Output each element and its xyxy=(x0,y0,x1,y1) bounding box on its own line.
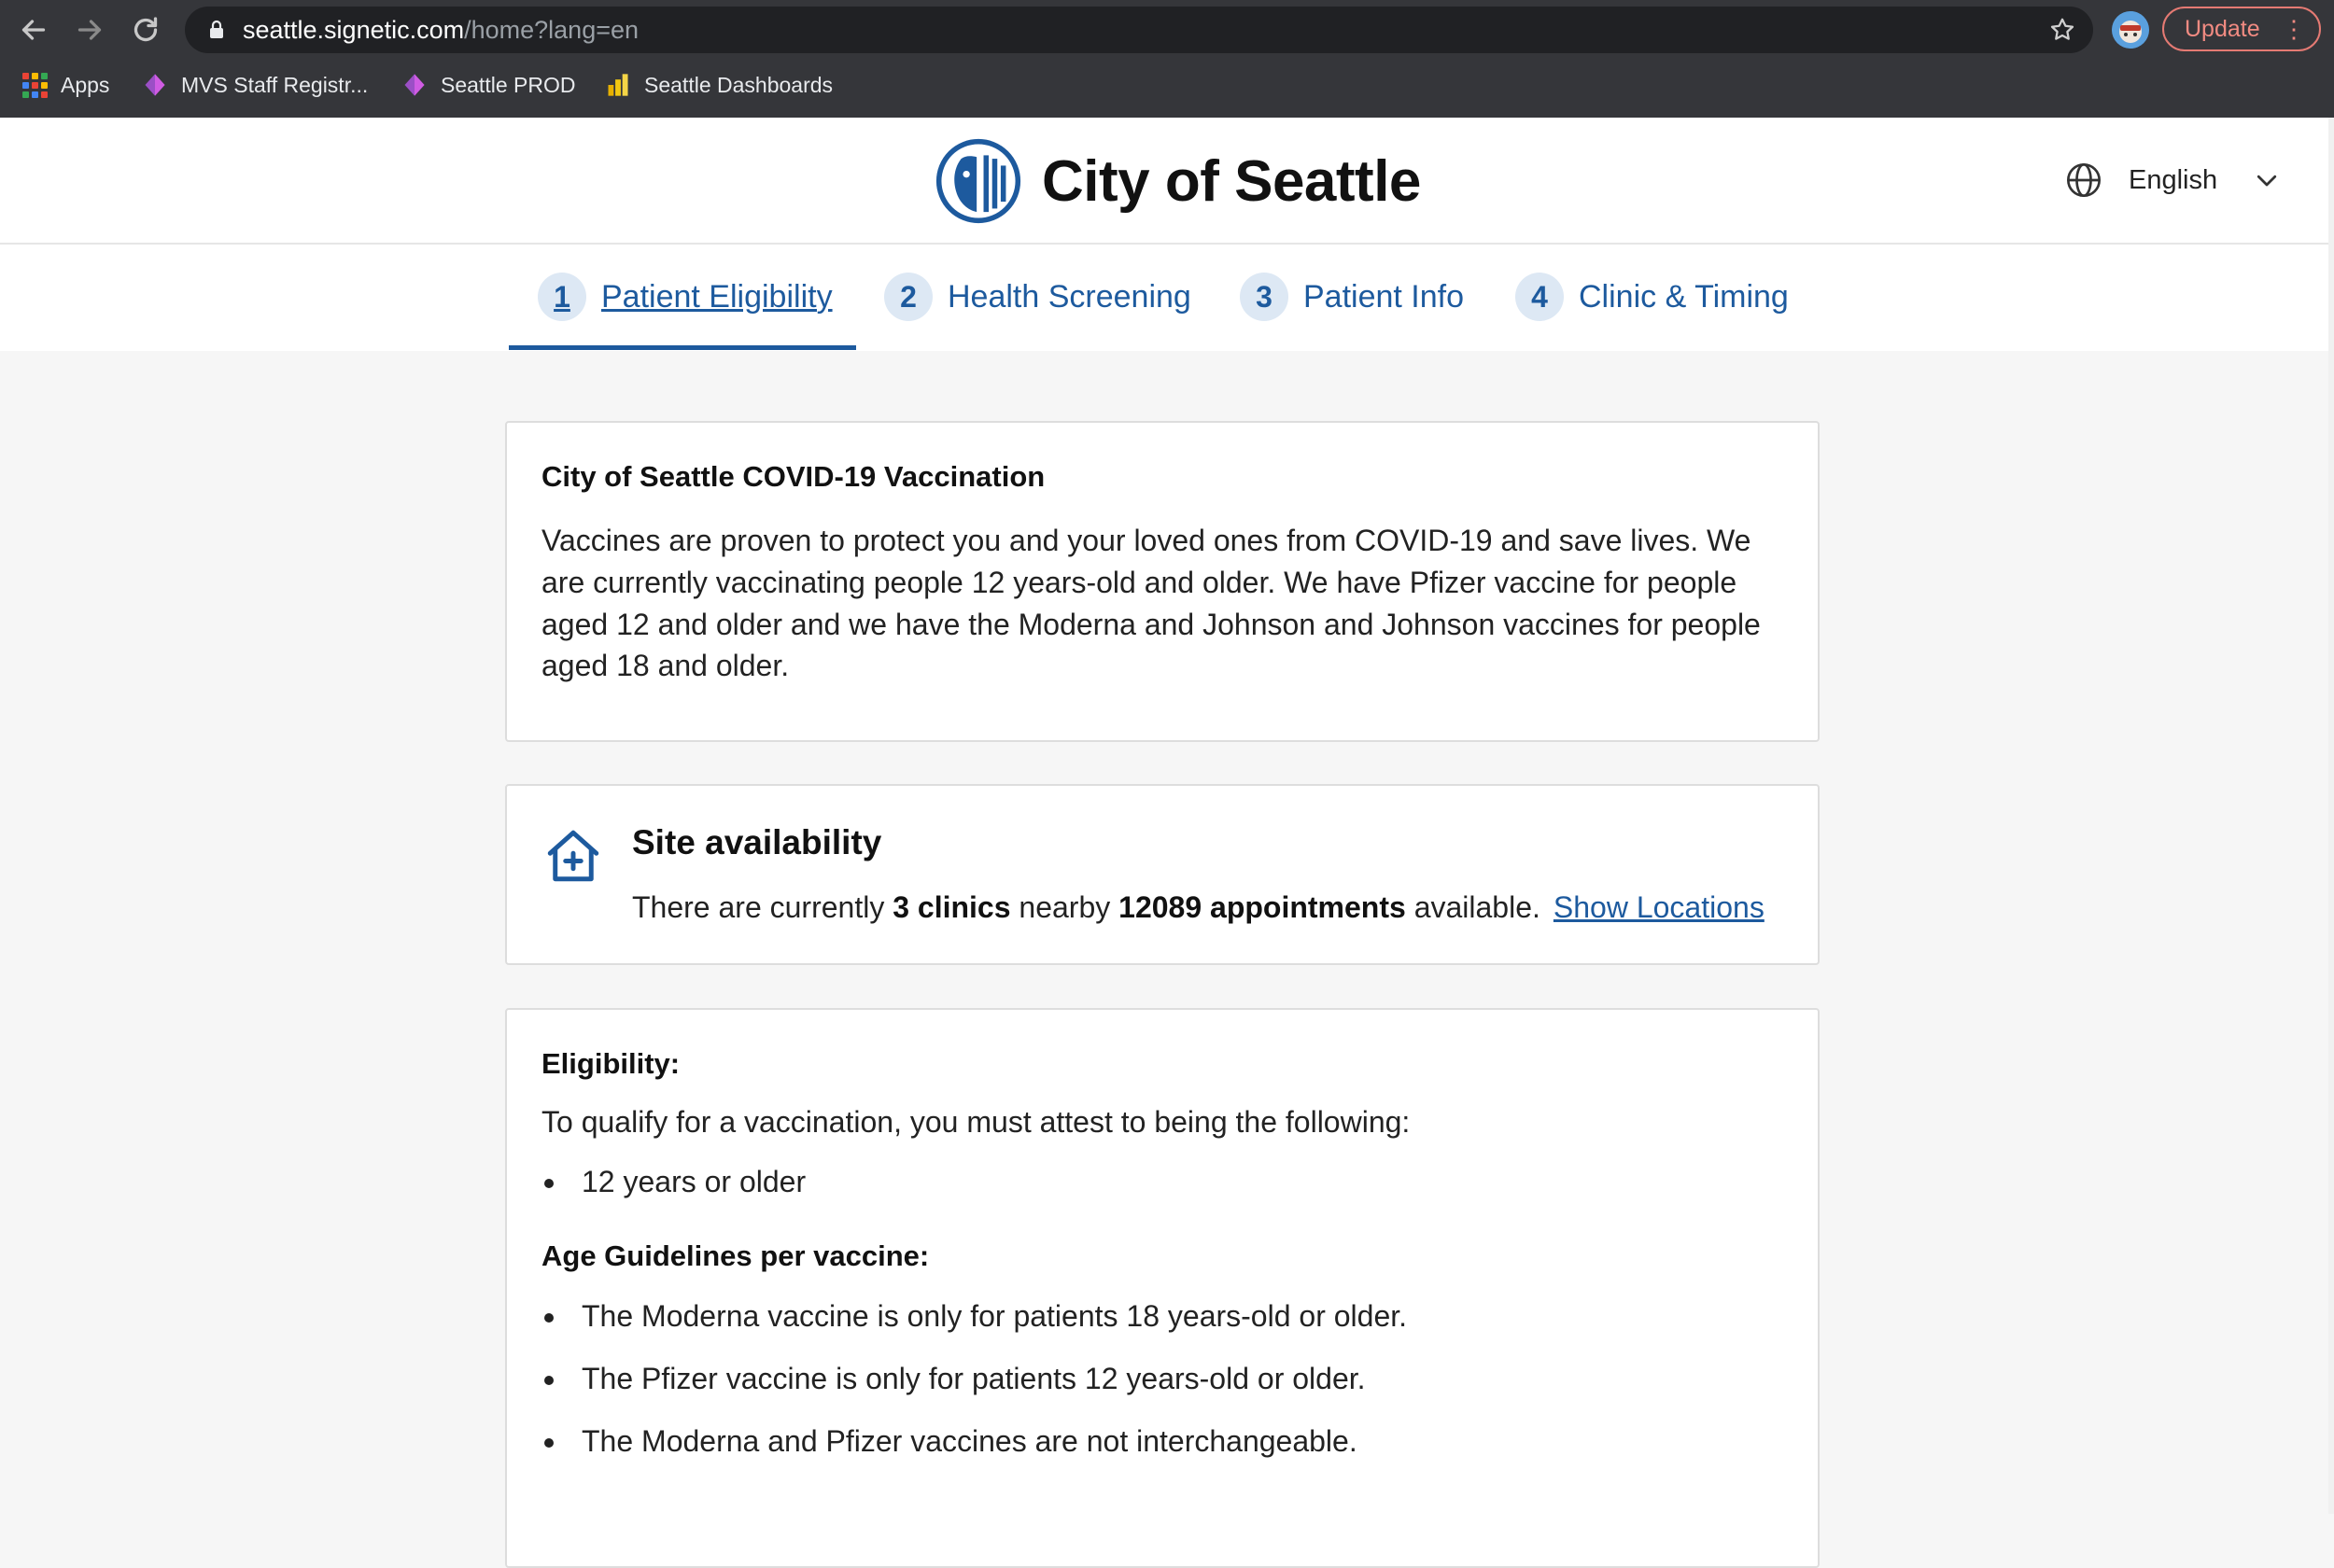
site-title: City of Seattle xyxy=(1042,149,1421,214)
eligibility-heading: Eligibility: xyxy=(541,1047,681,1080)
clinic-count: 3 clinics xyxy=(893,890,1011,924)
back-arrow-icon[interactable] xyxy=(17,13,50,47)
age-guideline-item: The Moderna and Pfizer vaccines are not … xyxy=(541,1422,1407,1485)
language-selector[interactable]: English xyxy=(2065,157,2281,203)
site-availability-text: There are currently 3 clinics nearby 120… xyxy=(632,890,1765,925)
profile-avatar[interactable] xyxy=(2112,11,2149,49)
apps-grid-icon xyxy=(22,72,48,98)
site-text: There are currently xyxy=(632,890,893,924)
url-host: seattle.signetic.com xyxy=(243,16,465,44)
site-text: available. xyxy=(1405,890,1540,924)
clinic-house-icon xyxy=(547,830,599,882)
globe-icon xyxy=(2067,163,2101,197)
site-availability-card: Site availability There are currently 3 … xyxy=(505,784,1820,965)
powerbi-icon xyxy=(608,74,628,96)
intro-body: Vaccines are proven to protect you and y… xyxy=(541,524,1761,683)
step-number: 3 xyxy=(1240,273,1288,321)
bookmarks-bar: Apps MVS Staff Registr... Seattle PROD S… xyxy=(0,62,2334,108)
appointment-count: 12089 appointments xyxy=(1118,890,1406,924)
update-label: Update xyxy=(2185,16,2260,42)
powerapps-icon xyxy=(404,74,425,96)
intro-card: City of Seattle COVID-19 Vaccination Vac… xyxy=(505,421,1820,742)
forward-arrow-icon[interactable] xyxy=(73,13,106,47)
site-text: nearby xyxy=(1010,890,1119,924)
eligibility-card: Eligibility: To qualify for a vaccinatio… xyxy=(505,1008,1820,1568)
step-label: Health Screening xyxy=(948,278,1191,315)
powerapps-icon xyxy=(145,74,165,96)
bookmark-star-icon[interactable] xyxy=(2048,16,2076,44)
eligibility-list: 12 years or older xyxy=(541,1163,806,1225)
step-label: Clinic & Timing xyxy=(1579,278,1789,315)
step-number: 1 xyxy=(538,273,586,321)
more-menu-icon[interactable]: ⋮ xyxy=(2282,8,2306,49)
address-bar[interactable]: seattle.signetic.com/home?lang=en xyxy=(185,7,2093,53)
site-header: City of Seattle English xyxy=(0,118,2334,245)
bookmark-seattle-dashboards[interactable]: Seattle Dashboards xyxy=(605,62,833,108)
browser-chrome: seattle.signetic.com/home?lang=en Update… xyxy=(0,0,2334,118)
city-seal-logo[interactable] xyxy=(935,138,1021,224)
show-locations-link[interactable]: Show Locations xyxy=(1554,890,1765,924)
site-availability-title: Site availability xyxy=(632,823,882,861)
reload-icon[interactable] xyxy=(129,13,162,47)
bookmark-seattle-prod[interactable]: Seattle PROD xyxy=(401,62,575,108)
step-patient-info[interactable]: 3 Patient Info xyxy=(1240,271,1464,323)
active-step-indicator xyxy=(509,345,856,350)
update-button[interactable]: Update ⋮ xyxy=(2162,7,2321,51)
step-label: Patient Info xyxy=(1303,278,1465,315)
age-guideline-item: The Moderna vaccine is only for patients… xyxy=(541,1297,1407,1360)
age-guidelines-list: The Moderna vaccine is only for patients… xyxy=(541,1297,1407,1485)
progress-stepper: 1 Patient Eligibility 2 Health Screening… xyxy=(0,245,2334,351)
scrollbar[interactable] xyxy=(2328,118,2334,1514)
age-guidelines-heading: Age Guidelines per vaccine: xyxy=(541,1239,930,1272)
step-clinic-timing[interactable]: 4 Clinic & Timing xyxy=(1515,271,1789,323)
bookmark-label: Seattle PROD xyxy=(441,72,576,97)
intro-title: City of Seattle COVID-19 Vaccination xyxy=(541,460,1046,493)
age-guideline-item: The Pfizer vaccine is only for patients … xyxy=(541,1360,1407,1422)
step-number: 4 xyxy=(1515,273,1564,321)
step-health-screening[interactable]: 2 Health Screening xyxy=(884,271,1191,323)
chevron-down-icon xyxy=(2257,175,2277,187)
step-number: 2 xyxy=(884,273,933,321)
eligibility-intro: To qualify for a vaccination, you must a… xyxy=(541,1105,1411,1139)
bookmark-apps[interactable]: Apps xyxy=(22,62,109,108)
language-label: English xyxy=(2129,164,2218,195)
bookmark-label: Seattle Dashboards xyxy=(644,72,834,97)
eligibility-item: 12 years or older xyxy=(541,1163,806,1225)
bookmark-mvs-staff[interactable]: MVS Staff Registr... xyxy=(142,62,368,108)
step-patient-eligibility[interactable]: 1 Patient Eligibility xyxy=(538,271,833,323)
step-label: Patient Eligibility xyxy=(601,278,833,315)
url-text[interactable]: seattle.signetic.com/home?lang=en xyxy=(243,15,639,45)
bookmark-label: Apps xyxy=(61,72,110,97)
lock-icon xyxy=(210,20,223,38)
url-path: /home?lang=en xyxy=(464,16,640,44)
bookmark-label: MVS Staff Registr... xyxy=(181,72,369,97)
